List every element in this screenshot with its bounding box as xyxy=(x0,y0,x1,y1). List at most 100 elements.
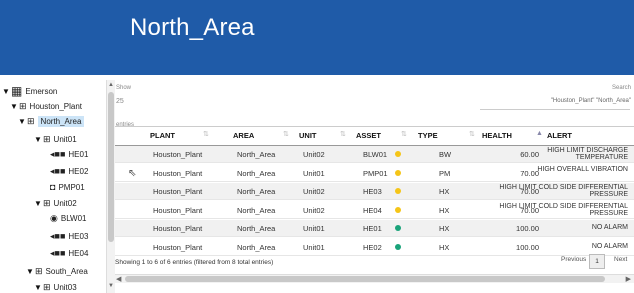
cell-area: North_Area xyxy=(237,150,276,159)
page-1-button[interactable]: 1 xyxy=(589,254,605,269)
tree-item-blw01[interactable]: ◉ BLW01 xyxy=(50,211,87,225)
heat-exchanger-icon: ◂■■ xyxy=(50,230,66,241)
cell-asset: HE02 xyxy=(363,242,382,252)
expand-toggle-icon[interactable]: ▼ xyxy=(2,87,11,96)
cell-unit: Unit01 xyxy=(303,224,325,233)
status-dot-icon xyxy=(395,151,401,157)
page-length-select[interactable]: 25 xyxy=(116,98,124,105)
scroll-down-icon[interactable]: ▼ xyxy=(108,283,114,289)
search-input[interactable]: "Houston_Plant" "North_Area" xyxy=(551,98,631,104)
table-hscrollbar[interactable]: ◀ ▶ xyxy=(115,274,634,283)
scroll-left-icon[interactable]: ◀ xyxy=(116,275,121,283)
cell-plant: Houston_Plant xyxy=(153,224,203,233)
table-hscroll-thumb[interactable] xyxy=(125,276,605,282)
cell-type: HX xyxy=(439,205,450,215)
expand-toggle-icon[interactable]: ▼ xyxy=(10,102,19,111)
hierarchy-icon: ▦ xyxy=(11,84,23,98)
sort-icon[interactable]: ▲ xyxy=(536,130,543,137)
next-button[interactable]: Next xyxy=(614,256,627,263)
column-header-type[interactable]: TYPE xyxy=(418,131,438,140)
heat-exchanger-icon: ◂■■ xyxy=(50,247,66,258)
tree-item-label: Unit03 xyxy=(53,282,77,292)
column-header-asset[interactable]: ASSET xyxy=(356,131,381,140)
search-label: Search xyxy=(611,85,631,91)
cell-unit: Unit02 xyxy=(303,205,325,215)
previous-button[interactable]: Previous xyxy=(561,256,586,263)
tree-scroll-thumb[interactable] xyxy=(108,92,114,242)
tree-item-he04[interactable]: ◂■■ HE04 xyxy=(50,246,88,260)
column-header-health[interactable]: HEALTH xyxy=(482,131,512,140)
scroll-up-icon[interactable]: ▲ xyxy=(108,82,114,88)
cell-area: North_Area xyxy=(237,205,276,215)
cell-type: HX xyxy=(439,224,450,233)
column-header-plant[interactable]: PLANT xyxy=(150,131,175,140)
sort-icon[interactable]: ⇅ xyxy=(283,130,289,138)
sort-icon[interactable]: ⇅ xyxy=(401,130,407,138)
expand-toggle-icon[interactable]: ▼ xyxy=(34,199,43,208)
sort-icon[interactable]: ⇅ xyxy=(340,130,346,138)
column-header-unit[interactable]: UNIT xyxy=(299,131,317,140)
sort-icon[interactable]: ⇅ xyxy=(203,130,209,138)
unit-icon: ⊞ xyxy=(43,133,51,144)
cell-asset: BLW01 xyxy=(363,150,388,159)
cell-alert: HIGH OVERALL VIBRATION xyxy=(537,165,628,173)
cell-area: North_Area xyxy=(237,242,276,252)
table-row[interactable]: Houston_Plant North_Area Unit02 HE04 HX 70.00… xyxy=(115,202,634,219)
tree-item-label: BLW01 xyxy=(60,213,87,223)
cell-plant: Houston_Plant xyxy=(153,205,203,215)
tree-item-pmp01[interactable]: ◘ PMP01 xyxy=(50,180,85,194)
cell-alert: HIGH LIMIT DISCHARGE TEMPERATURE xyxy=(547,147,628,161)
tree-item-label: HE04 xyxy=(68,248,89,258)
tree-item-label: PMP01 xyxy=(58,182,85,192)
unit-icon: ⊞ xyxy=(43,281,51,292)
column-header-area[interactable]: AREA xyxy=(233,131,254,140)
cell-unit: Unit02 xyxy=(303,187,325,196)
expand-toggle-icon[interactable]: ▼ xyxy=(34,135,43,144)
tree-item-unit02[interactable]: ▼ ⊞ Unit02 xyxy=(34,196,77,210)
expand-toggle-icon[interactable]: ▼ xyxy=(26,267,35,276)
cell-plant: Houston_Plant xyxy=(153,150,203,159)
tree-item-north-area[interactable]: ▼ ⊞ North_Area xyxy=(18,114,85,128)
table-row[interactable]: Houston_Plant North_Area Unit02 HE03 HX 70.00… xyxy=(115,183,634,200)
expand-toggle-icon[interactable]: ▼ xyxy=(34,283,43,292)
tree-item-unit01[interactable]: ▼ ⊞ Unit01 xyxy=(34,132,77,146)
cell-unit: Unit01 xyxy=(303,242,325,252)
tree-item-he03[interactable]: ◂■■ HE03 xyxy=(50,229,88,243)
cell-unit: Unit02 xyxy=(303,150,325,159)
status-dot-icon xyxy=(395,225,401,231)
heat-exchanger-icon: ◂■■ xyxy=(50,148,66,159)
asset-table-panel: Show 25 entries Search "Houston_Plant" "… xyxy=(115,80,634,293)
table-row[interactable]: Houston_Plant North_Area Unit02 BLW01 BW 60.0… xyxy=(115,146,634,163)
tree-item-he01[interactable]: ◂■■ HE01 xyxy=(50,147,88,161)
asset-tree[interactable]: ▼ ▦ Emerson ▼ ⊞ Houston_Plant ▼ ⊞ North_Area ▼ ⊞ Un… xyxy=(0,80,106,293)
tree-item-houston-plant[interactable]: ▼ ⊞ Houston_Plant xyxy=(10,99,82,113)
pump-icon: ◘ xyxy=(50,182,56,192)
page-header: North_Area xyxy=(0,0,634,75)
table-row[interactable]: Houston_Plant North_Area Unit01 PMP01 PM 70.0… xyxy=(115,165,634,182)
scroll-right-icon[interactable]: ▶ xyxy=(626,275,631,283)
cell-asset: HE03 xyxy=(363,187,382,196)
cell-asset: HE04 xyxy=(363,205,382,215)
sort-icon[interactable]: ⇅ xyxy=(469,130,475,138)
tree-item-label: Houston_Plant xyxy=(29,101,83,111)
table-row[interactable]: Houston_Plant North_Area Unit01 HE01 HX 100.0… xyxy=(115,220,634,237)
tree-item-label: Emerson xyxy=(25,86,58,96)
cell-area: North_Area xyxy=(237,187,276,196)
show-label: Show xyxy=(116,85,132,91)
tree-item-south-area[interactable]: ▼ ⊞ South_Area xyxy=(26,264,88,278)
cell-plant: Houston_Plant xyxy=(153,168,203,178)
tree-scrollbar[interactable]: ▲ ▼ xyxy=(106,80,115,293)
column-header-alert[interactable]: ALERT xyxy=(547,131,572,140)
expand-toggle-icon[interactable]: ▼ xyxy=(18,117,27,126)
mouse-cursor-icon: ⇖ xyxy=(128,168,137,179)
tree-item-label: Unit01 xyxy=(53,134,77,144)
tree-item-label: North_Area xyxy=(37,115,85,127)
tree-item-unit03[interactable]: ▼ ⊞ Unit03 xyxy=(34,280,77,293)
cell-asset: PMP01 xyxy=(363,168,388,178)
cell-plant: Houston_Plant xyxy=(153,242,203,252)
tree-item-emerson[interactable]: ▼ ▦ Emerson xyxy=(2,84,57,98)
tree-item-label: HE03 xyxy=(68,231,89,241)
tree-item-label: HE02 xyxy=(68,166,89,176)
tree-item-he02[interactable]: ◂■■ HE02 xyxy=(50,164,88,178)
table-row[interactable]: Houston_Plant North_Area Unit01 HE02 HX 100.0… xyxy=(115,239,634,256)
